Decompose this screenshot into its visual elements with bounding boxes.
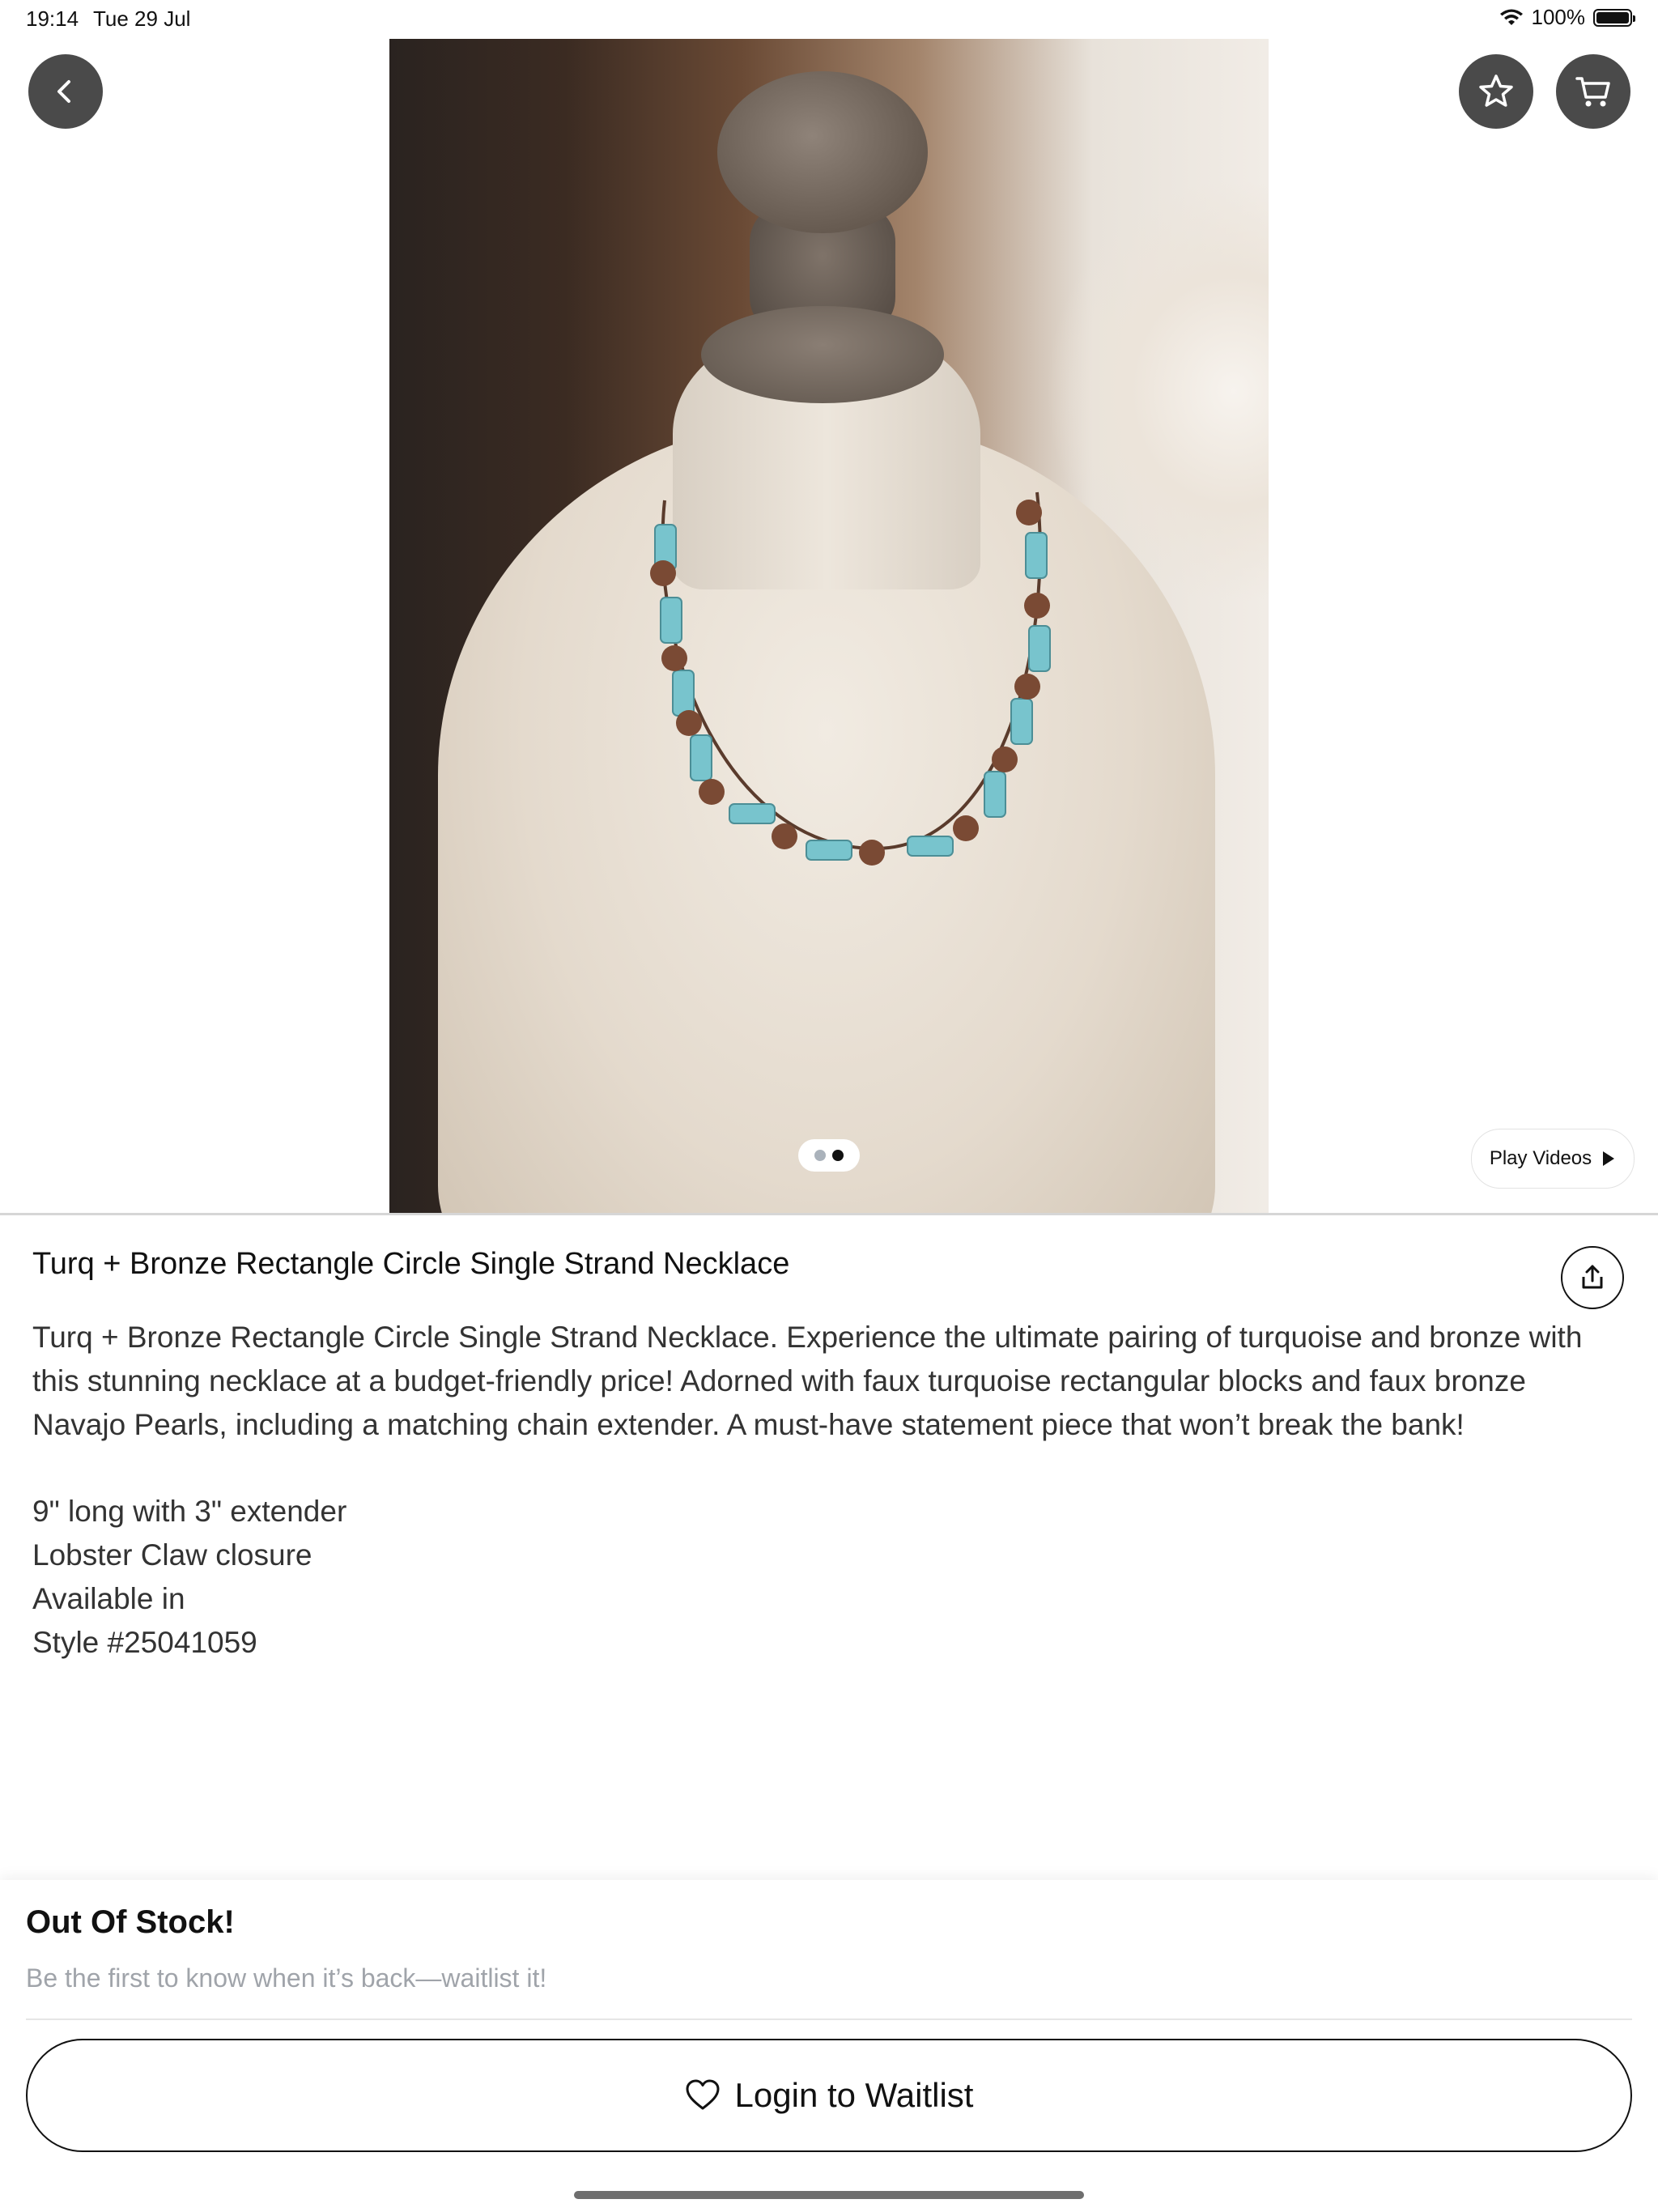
page-dot-2[interactable] <box>832 1150 844 1161</box>
out-of-stock-subtitle: Be the first to know when it’s back—wait… <box>26 1963 547 1993</box>
favorite-button[interactable] <box>1459 54 1533 129</box>
gallery-divider <box>0 1213 1658 1215</box>
share-button[interactable] <box>1561 1246 1624 1309</box>
sheet-divider <box>26 2018 1632 2020</box>
back-button[interactable] <box>28 54 103 129</box>
page-dot-1[interactable] <box>814 1150 826 1161</box>
waitlist-label: Login to Waitlist <box>734 2076 974 2114</box>
cart-button[interactable] <box>1556 54 1630 129</box>
product-image[interactable] <box>389 39 1269 1213</box>
out-of-stock-title: Out Of Stock! <box>26 1904 235 1940</box>
chevron-left-icon <box>57 80 70 103</box>
status-date: Tue 29 Jul <box>93 6 191 31</box>
home-indicator[interactable] <box>574 2191 1084 2199</box>
star-icon <box>1479 74 1513 107</box>
product-specs: 9" long with 3" extender Lobster Claw cl… <box>32 1490 346 1665</box>
play-videos-label: Play Videos <box>1489 1147 1592 1169</box>
spec-closure: Lobster Claw closure <box>32 1538 312 1572</box>
share-icon <box>1582 1265 1603 1289</box>
spec-length: 9" long with 3" extender <box>32 1495 347 1528</box>
gallery-pagination[interactable] <box>798 1139 860 1172</box>
battery-percent: 100% <box>1531 5 1586 29</box>
product-gallery[interactable] <box>0 39 1658 1213</box>
product-description: Turq + Bronze Rectangle Circle Single St… <box>32 1321 1583 1441</box>
necklace <box>650 491 1051 866</box>
cart-icon <box>1575 77 1610 107</box>
play-icon <box>1603 1151 1615 1166</box>
play-videos-button[interactable]: Play Videos <box>1471 1129 1635 1189</box>
login-waitlist-button[interactable]: Login to Waitlist <box>26 2039 1632 2152</box>
spec-style: Style #25041059 <box>32 1626 257 1659</box>
wifi-icon <box>1499 9 1523 25</box>
spec-availability: Available in <box>32 1582 185 1615</box>
status-time: 19:14 <box>26 6 79 31</box>
heart-icon <box>686 2079 720 2110</box>
product-title: Turq + Bronze Rectangle Circle Single St… <box>32 1247 790 1281</box>
battery-icon <box>1593 8 1635 27</box>
status-right: 100% <box>1499 5 1635 30</box>
